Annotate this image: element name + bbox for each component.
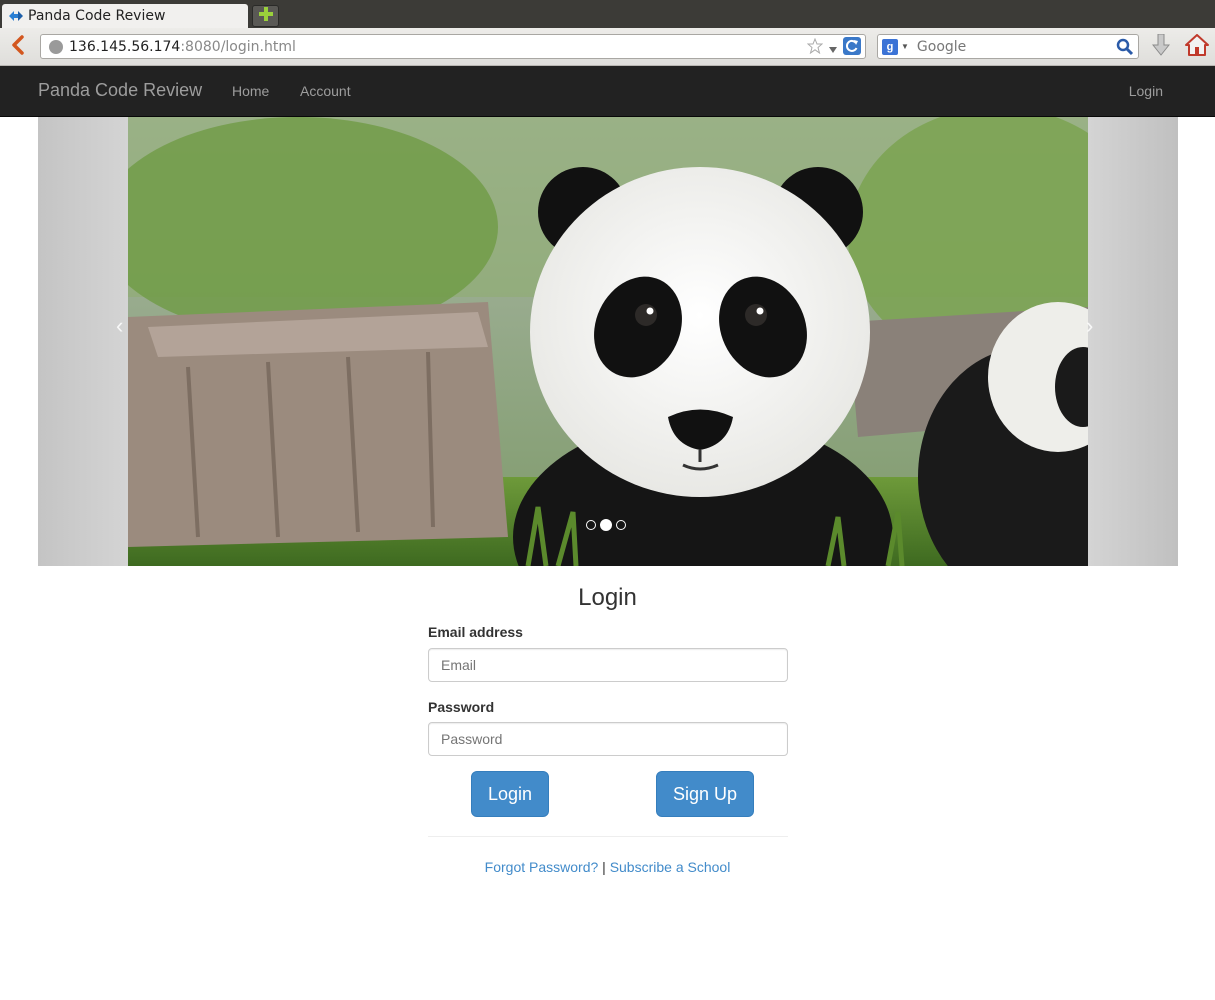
url-host: 136.145.56.174 <box>69 38 181 55</box>
new-tab-button[interactable] <box>252 5 279 27</box>
site-favicon-icon <box>8 9 24 23</box>
carousel-prev-icon[interactable]: ‹ <box>116 313 123 339</box>
browser-toolbar: 136.145.56.174:8080/login.html g ▼ Googl <box>0 28 1215 66</box>
browser-tab-title: Panda Code Review <box>28 8 166 24</box>
subscribe-school-link[interactable]: Subscribe a School <box>610 859 731 875</box>
email-field[interactable] <box>428 648 788 682</box>
form-footer-links: Forgot Password? | Subscribe a School <box>0 859 1215 875</box>
carousel-indicator-3[interactable] <box>616 520 626 530</box>
carousel-slide-image <box>128 117 1088 566</box>
downloads-button[interactable] <box>1149 33 1173 61</box>
signup-button[interactable]: Sign Up <box>656 771 754 817</box>
download-arrow-icon <box>1151 33 1171 61</box>
globe-icon <box>49 39 63 54</box>
carousel-next-icon[interactable]: › <box>1086 313 1093 339</box>
back-button[interactable] <box>6 34 30 60</box>
nav-link-login[interactable]: Login <box>1129 83 1163 99</box>
login-heading: Login <box>578 584 637 611</box>
nav-link-account[interactable]: Account <box>300 83 351 99</box>
carousel-indicators <box>586 519 626 531</box>
plus-icon <box>258 6 273 26</box>
password-label: Password <box>428 699 495 715</box>
image-carousel: ‹ › <box>38 117 1178 566</box>
password-field[interactable] <box>428 722 788 756</box>
site-brand[interactable]: Panda Code Review <box>38 80 202 101</box>
carousel-indicator-1[interactable] <box>586 520 596 530</box>
address-bar[interactable]: 136.145.56.174:8080/login.html <box>40 34 866 59</box>
engine-dropdown-icon[interactable]: ▼ <box>901 42 909 51</box>
search-input[interactable]: Google <box>917 39 966 55</box>
browser-tab-strip: Panda Code Review <box>0 0 1215 28</box>
forgot-password-link[interactable]: Forgot Password? <box>485 859 599 875</box>
carousel-indicator-2[interactable] <box>600 519 612 531</box>
url-path: :8080/login.html <box>180 38 296 55</box>
browser-tab[interactable]: Panda Code Review <box>2 4 248 28</box>
home-icon <box>1185 33 1209 61</box>
carousel-side-panel-left <box>38 117 128 566</box>
search-icon[interactable] <box>1116 38 1134 61</box>
search-bar[interactable]: g ▼ Google <box>877 34 1139 59</box>
google-engine-icon[interactable]: g <box>882 38 898 55</box>
site-navbar: Panda Code Review Home Account Login <box>0 66 1215 117</box>
link-separator: | <box>602 859 606 875</box>
nav-link-home[interactable]: Home <box>232 83 269 99</box>
address-text: 136.145.56.174:8080/login.html <box>69 39 296 55</box>
reload-icon[interactable] <box>843 37 861 60</box>
back-arrow-icon <box>11 34 25 60</box>
form-divider <box>428 836 788 837</box>
login-button[interactable]: Login <box>471 771 549 817</box>
dropdown-arrow-icon[interactable] <box>829 40 837 58</box>
bookmark-star-icon[interactable] <box>806 37 824 59</box>
carousel-side-panel-right <box>1088 117 1178 566</box>
email-label: Email address <box>428 624 523 640</box>
home-button[interactable] <box>1183 33 1211 61</box>
